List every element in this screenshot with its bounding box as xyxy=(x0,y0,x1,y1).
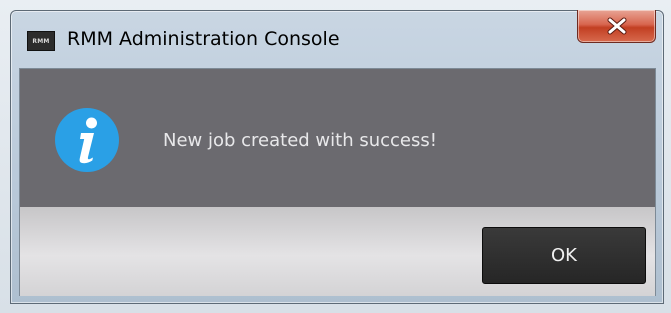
close-x-icon xyxy=(607,17,626,35)
dialog-client-area: New job created with success! OK xyxy=(19,68,656,296)
message-panel: New job created with success! xyxy=(20,69,655,207)
window-title: RMM Administration Console xyxy=(67,28,340,50)
ok-button[interactable]: OK xyxy=(482,227,646,284)
close-button[interactable] xyxy=(577,10,656,43)
message-text: New job created with success! xyxy=(163,130,437,151)
app-icon-label: RMM xyxy=(32,37,50,45)
info-icon xyxy=(55,108,119,172)
title-bar[interactable]: RMM RMM Administration Console xyxy=(11,10,663,67)
button-panel: OK xyxy=(20,207,655,296)
app-icon: RMM xyxy=(27,31,55,51)
dialog-window: RMM RMM Administration Console New job c… xyxy=(10,10,664,304)
